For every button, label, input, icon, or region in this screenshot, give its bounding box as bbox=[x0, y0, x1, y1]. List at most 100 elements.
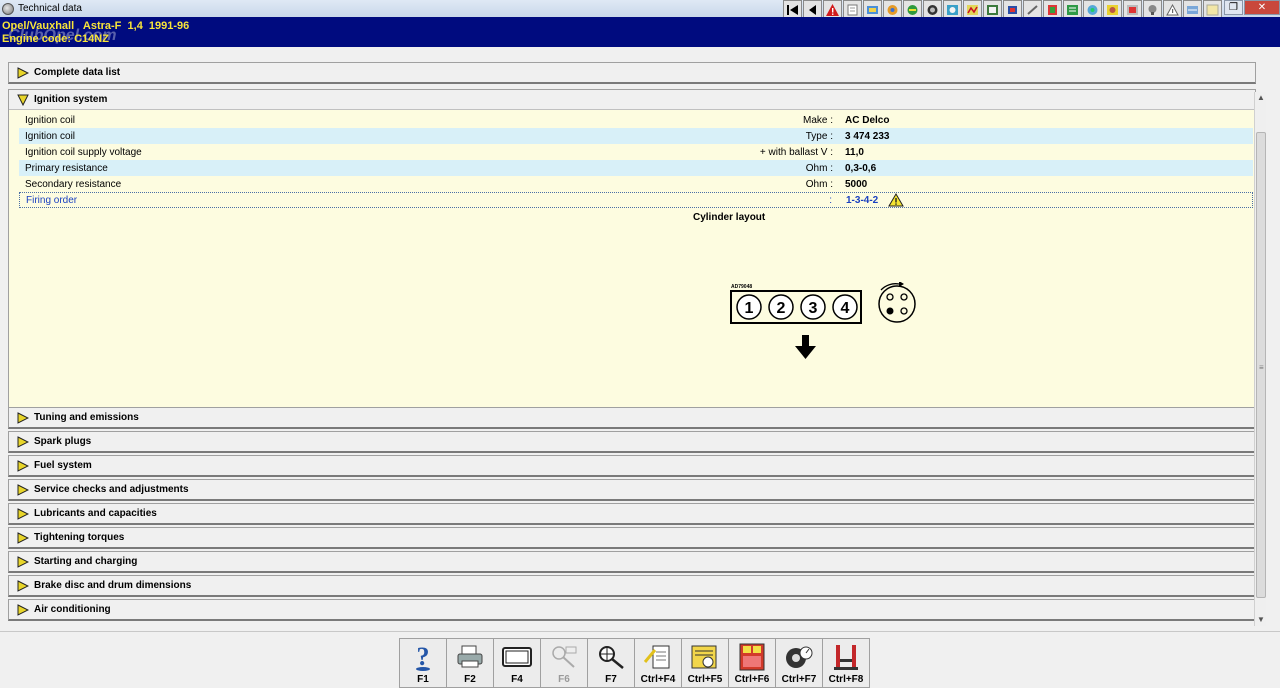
diagram-code: AD79048 bbox=[731, 284, 752, 290]
f6-button[interactable]: F6 bbox=[540, 638, 588, 688]
vehicle-model: Opel/Vauxhall Astra-F 1,4 1991-96 bbox=[2, 20, 190, 32]
expand-arrow-icon bbox=[17, 459, 29, 472]
section-brake-dimensions[interactable]: Brake disc and drum dimensions bbox=[8, 575, 1256, 597]
data-row[interactable]: Secondary resistance Ohm : 5000 bbox=[19, 176, 1253, 192]
row-label: Primary resistance bbox=[25, 162, 108, 174]
restore-icon[interactable]: ❐ bbox=[1224, 0, 1243, 15]
section-label: Complete data list bbox=[34, 67, 121, 78]
section-tuning-and-emissions[interactable]: Tuning and emissions bbox=[8, 407, 1256, 429]
gauge-button[interactable]: Ctrl+F7 bbox=[775, 638, 823, 688]
distributor-cap bbox=[878, 285, 916, 323]
diagram-title: Cylinder layout bbox=[693, 212, 766, 223]
expand-arrow-icon bbox=[17, 579, 29, 592]
row-value: 5000 bbox=[845, 178, 868, 190]
section-lubricants[interactable]: Lubricants and capacities bbox=[8, 503, 1256, 525]
vertical-scrollbar[interactable]: ▲ ≡ ▼ bbox=[1254, 92, 1266, 626]
document-edit-button[interactable]: Ctrl+F4 bbox=[634, 638, 682, 688]
cylinder-number: 3 bbox=[809, 300, 818, 317]
card-button[interactable]: Ctrl+F5 bbox=[681, 638, 729, 688]
fkey-label: Ctrl+F8 bbox=[828, 674, 864, 685]
app-logo-icon bbox=[2, 2, 14, 15]
ignition-system-panel: Ignition system Ignition coil Make : AC … bbox=[8, 89, 1256, 409]
svg-text:?: ? bbox=[417, 643, 430, 671]
section-complete-data-list[interactable]: Complete data list bbox=[8, 62, 1256, 84]
fkey-label: F4 bbox=[511, 674, 523, 685]
section-label: Air conditioning bbox=[34, 604, 111, 615]
fkey-label: Ctrl+F4 bbox=[640, 674, 676, 685]
print-button[interactable]: F2 bbox=[446, 638, 494, 688]
row-label: Ignition coil bbox=[25, 114, 76, 126]
row-label: Ignition coil bbox=[25, 130, 76, 142]
lift-icon bbox=[831, 642, 861, 672]
cylinder-layout-diagram: AD79048 1 2 3 4 bbox=[730, 282, 916, 359]
collapse-arrow-icon bbox=[17, 94, 29, 106]
window-controls: ❐ ✕ bbox=[1223, 0, 1280, 15]
row-unit: : bbox=[829, 194, 832, 206]
row-unit: Type : bbox=[805, 130, 833, 142]
row-unit: Make : bbox=[802, 114, 833, 126]
expand-arrow-icon bbox=[17, 555, 29, 568]
expand-arrow-icon bbox=[17, 66, 29, 79]
row-label: Secondary resistance bbox=[25, 178, 122, 190]
document-edit-icon bbox=[643, 642, 673, 672]
section-air-conditioning[interactable]: Air conditioning bbox=[8, 599, 1256, 621]
help-button[interactable]: ? F1 bbox=[399, 638, 447, 688]
row-unit: Ohm : bbox=[805, 178, 833, 190]
row-unit: + with ballast V : bbox=[759, 146, 833, 158]
row-value: 11,0 bbox=[845, 146, 864, 158]
data-row[interactable]: Primary resistance Ohm : 0,3-0,6 bbox=[19, 160, 1253, 176]
help-icon: ? bbox=[408, 642, 438, 672]
window-button[interactable]: F4 bbox=[493, 638, 541, 688]
cylinder-number: 2 bbox=[777, 300, 786, 317]
vehicle-header: ClubOpel.com Opel/Vauxhall Astra-F 1,4 1… bbox=[0, 17, 1280, 47]
fkey-label: Ctrl+F5 bbox=[687, 674, 723, 685]
fkey-label: F7 bbox=[605, 674, 617, 685]
cylinder-number: 4 bbox=[841, 300, 850, 317]
row-value: 0,3-0,6 bbox=[845, 162, 877, 174]
section-ignition-system[interactable]: Ignition system bbox=[9, 90, 1255, 110]
fkey-label: F6 bbox=[558, 674, 570, 685]
section-label: Ignition system bbox=[34, 94, 108, 105]
scroll-up-icon[interactable]: ▲ bbox=[1255, 92, 1267, 104]
row-label: Firing order bbox=[26, 194, 78, 206]
section-tightening-torques[interactable]: Tightening torques bbox=[8, 527, 1256, 549]
function-key-bar: ? F1 F2 F4 F6 F7 Ctrl+F4 Ctrl+F5 Ctrl+F6… bbox=[0, 631, 1280, 688]
gauge-icon bbox=[784, 642, 814, 672]
expand-arrow-icon bbox=[17, 411, 29, 424]
row-unit: Ohm : bbox=[805, 162, 833, 174]
close-icon[interactable]: ✕ bbox=[1244, 0, 1280, 15]
scrollbar-thumb[interactable]: ≡ bbox=[1256, 132, 1266, 598]
fkey-label: Ctrl+F6 bbox=[734, 674, 770, 685]
window-title: Technical data bbox=[18, 3, 82, 14]
calendar-button[interactable]: Ctrl+F6 bbox=[728, 638, 776, 688]
search-tool-button[interactable]: F7 bbox=[587, 638, 635, 688]
section-label: Spark plugs bbox=[34, 436, 92, 447]
section-fuel-system[interactable]: Fuel system bbox=[8, 455, 1256, 477]
data-row[interactable]: Ignition coil supply voltage + with ball… bbox=[19, 144, 1253, 160]
expand-arrow-icon bbox=[17, 507, 29, 520]
section-service-checks[interactable]: Service checks and adjustments bbox=[8, 479, 1256, 501]
engine-code: Engine code: C14NZ bbox=[2, 33, 109, 45]
section-label: Tuning and emissions bbox=[34, 412, 139, 423]
expand-arrow-icon bbox=[17, 603, 29, 616]
search-tool-icon bbox=[596, 642, 626, 672]
data-row[interactable]: Ignition coil Make : AC Delco bbox=[19, 112, 1253, 128]
row-value: 3 474 233 bbox=[845, 130, 890, 142]
section-label: Service checks and adjustments bbox=[34, 484, 189, 495]
section-starting-and-charging[interactable]: Starting and charging bbox=[8, 551, 1256, 573]
row-label: Ignition coil supply voltage bbox=[25, 146, 142, 158]
data-row-selected[interactable]: Firing order : 1-3-4-2 bbox=[19, 192, 1253, 208]
lift-button[interactable]: Ctrl+F8 bbox=[822, 638, 870, 688]
app-window: Technical data ❐ ✕ ClubOpel.com Opel/Vau… bbox=[0, 0, 1280, 688]
section-spark-plugs[interactable]: Spark plugs bbox=[8, 431, 1256, 453]
window-icon bbox=[502, 642, 532, 672]
section-label: Starting and charging bbox=[34, 556, 138, 567]
warning-triangle-icon[interactable] bbox=[888, 193, 904, 207]
row-value: 1-3-4-2 bbox=[846, 194, 879, 206]
section-label: Fuel system bbox=[34, 460, 92, 471]
expand-arrow-icon bbox=[17, 435, 29, 448]
scroll-down-icon[interactable]: ▼ bbox=[1255, 614, 1267, 626]
fkey-label: Ctrl+F7 bbox=[781, 674, 817, 685]
data-row[interactable]: Ignition coil Type : 3 474 233 bbox=[19, 128, 1253, 144]
printer-icon bbox=[455, 642, 485, 672]
